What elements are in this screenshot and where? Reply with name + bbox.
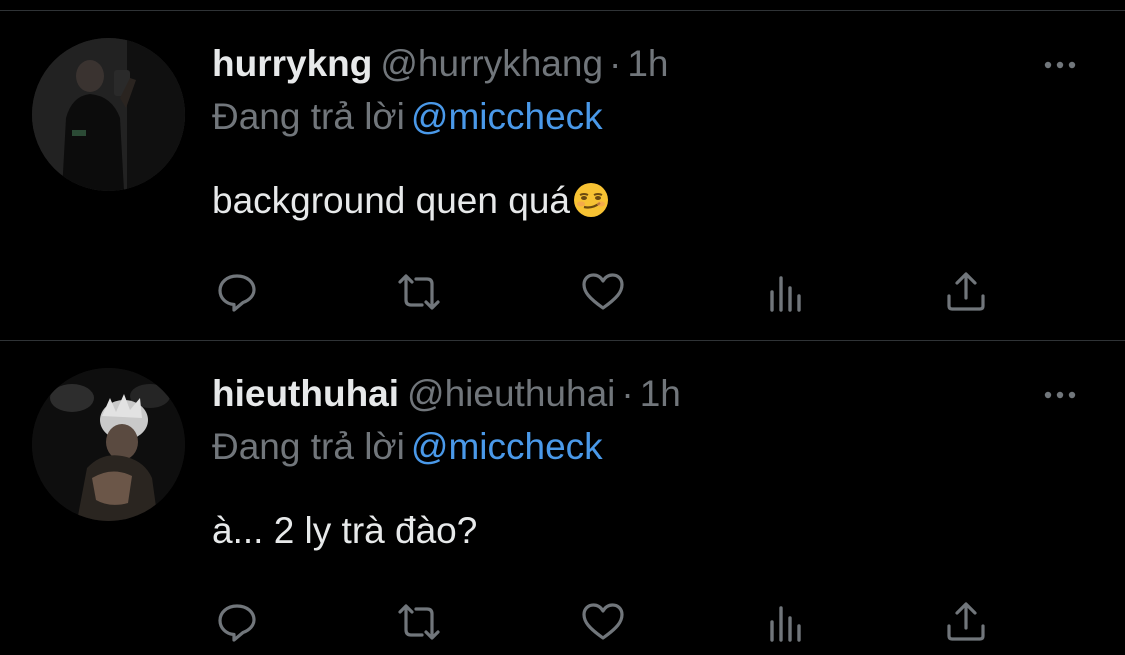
display-name[interactable]: hieuthuhai bbox=[212, 373, 399, 414]
more-options-icon[interactable] bbox=[1040, 57, 1080, 73]
reply-mention-link[interactable]: @miccheck bbox=[411, 96, 603, 137]
reply-icon bbox=[218, 604, 256, 642]
display-name[interactable]: hurrykng bbox=[212, 43, 372, 84]
retweet-button[interactable] bbox=[393, 596, 445, 648]
more-options-icon[interactable] bbox=[1040, 387, 1080, 403]
views-icon bbox=[770, 276, 801, 312]
reply-prefix: Đang trả lời bbox=[212, 426, 405, 467]
share-button[interactable] bbox=[940, 266, 992, 318]
reply-button[interactable] bbox=[211, 596, 263, 648]
tweet-header: hurrykng @hurrykhang · 1h bbox=[212, 41, 669, 87]
views-icon bbox=[770, 606, 801, 642]
retweet-icon bbox=[398, 274, 440, 310]
tweet[interactable]: hurrykng @hurrykhang · 1h Đang trả lời @micc… bbox=[0, 11, 1125, 331]
reply-prefix: Đang trả lời bbox=[212, 96, 405, 137]
like-button[interactable] bbox=[577, 596, 629, 648]
replying-to: Đang trả lời @miccheck bbox=[212, 94, 603, 140]
user-handle[interactable]: @hieuthuhai bbox=[407, 373, 615, 414]
user-handle[interactable]: @hurrykhang bbox=[380, 43, 603, 84]
replying-to: Đang trả lời @miccheck bbox=[212, 424, 603, 470]
share-button[interactable] bbox=[940, 596, 992, 648]
like-button[interactable] bbox=[577, 266, 629, 318]
reply-icon bbox=[218, 274, 256, 312]
tweet-text: à... 2 ly trà đào? bbox=[212, 508, 477, 554]
smirking-face-icon bbox=[573, 183, 608, 217]
tweet-text-content: à... 2 ly trà đào? bbox=[212, 510, 478, 551]
share-icon bbox=[947, 272, 985, 311]
tweet-text-content: background quen quá bbox=[212, 180, 570, 221]
tweet-text: background quen quá bbox=[212, 178, 610, 224]
like-icon bbox=[582, 603, 624, 640]
retweet-icon bbox=[398, 604, 440, 640]
share-icon bbox=[947, 602, 985, 641]
reply-button[interactable] bbox=[211, 266, 263, 318]
reply-mention-link[interactable]: @miccheck bbox=[411, 426, 603, 467]
reply-feed: hurrykng @hurrykhang · 1h Đang trả lời @micc… bbox=[0, 0, 1125, 655]
separator: · bbox=[621, 373, 634, 414]
retweet-button[interactable] bbox=[393, 266, 445, 318]
timestamp[interactable]: 1h bbox=[627, 43, 668, 84]
separator: · bbox=[609, 43, 622, 84]
tweet-header: hieuthuhai @hieuthuhai · 1h bbox=[212, 371, 681, 417]
timestamp[interactable]: 1h bbox=[640, 373, 681, 414]
like-icon bbox=[582, 273, 624, 310]
views-button[interactable] bbox=[760, 596, 812, 648]
avatar[interactable] bbox=[32, 368, 185, 521]
tweet[interactable]: hieuthuhai @hieuthuhai · 1h Đang trả lời @mi… bbox=[0, 341, 1125, 655]
avatar[interactable] bbox=[32, 38, 185, 191]
views-button[interactable] bbox=[760, 266, 812, 318]
